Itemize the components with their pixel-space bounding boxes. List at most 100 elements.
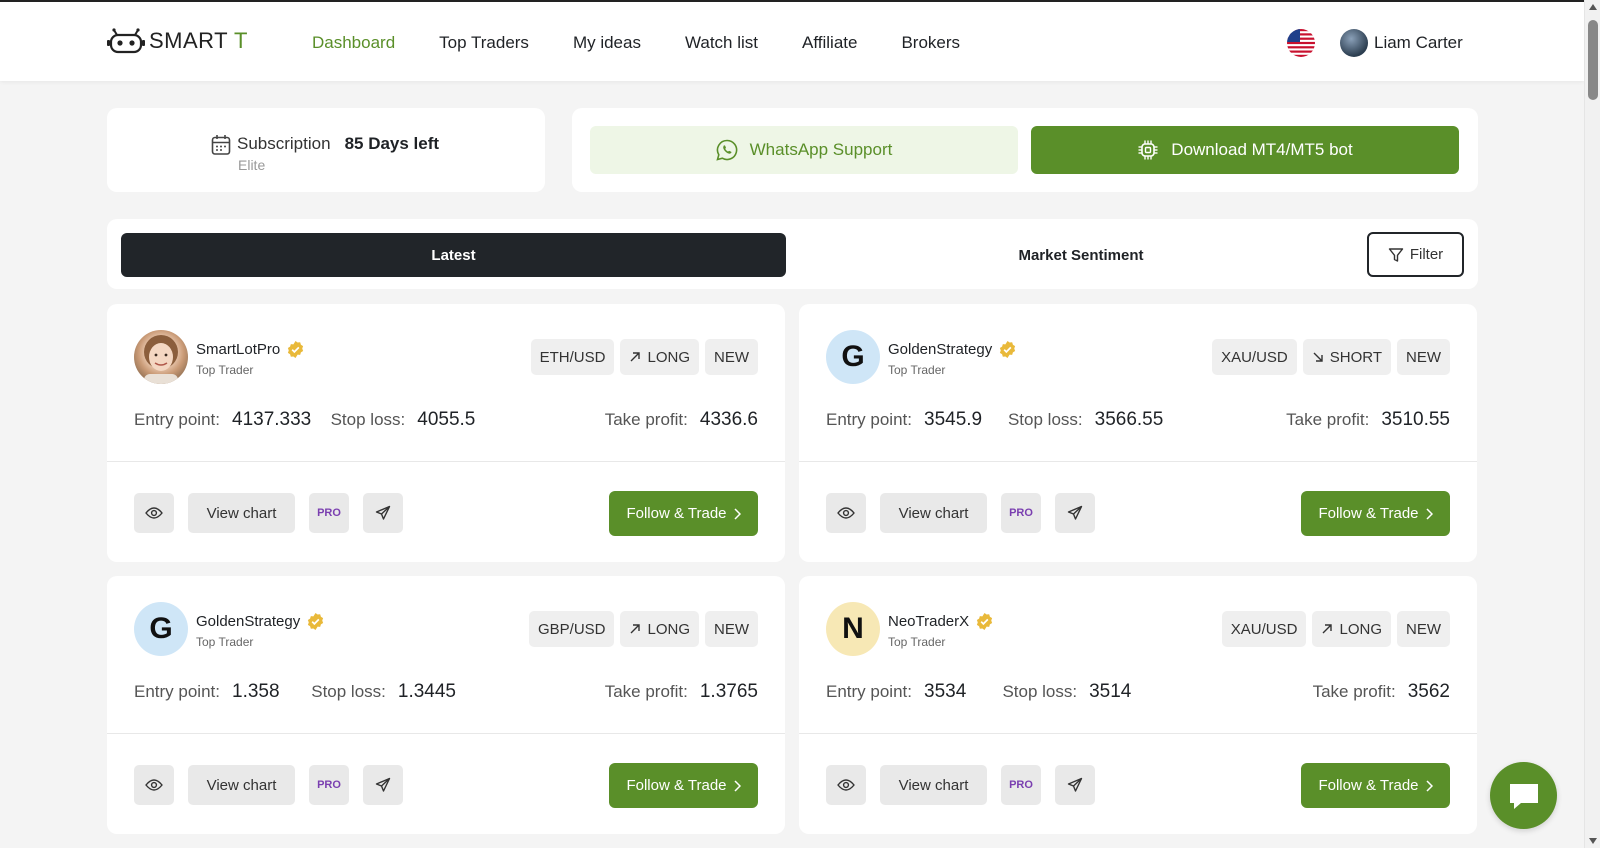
whatsapp-support-button[interactable]: WhatsApp Support [590,126,1018,174]
follow-trade-label: Follow & Trade [1318,505,1419,522]
page-scrollbar[interactable] [1584,0,1600,848]
follow-trade-button[interactable]: Follow & Trade [1301,491,1450,536]
nav-top-traders[interactable]: Top Traders [439,33,529,53]
chevron-right-icon [733,779,741,792]
scroll-thumb[interactable] [1588,20,1598,100]
eye-icon [145,779,163,791]
share-button[interactable] [1055,493,1095,533]
nav-affiliate[interactable]: Affiliate [802,33,857,53]
stop-loss-label: Stop loss: [330,410,406,429]
main-nav: Dashboard Top Traders My ideas Watch lis… [312,2,960,83]
stop-loss-value: 4055.5 [417,409,476,430]
follow-trade-label: Follow & Trade [1318,777,1419,794]
trader-avatar [134,330,188,384]
pair-tag: ETH/USD [530,339,615,375]
trade-levels: Entry point: 1.358 Stop loss: 1.3445 Take … [134,681,758,703]
filter-button[interactable]: Filter [1367,232,1464,277]
direction-label: LONG [647,348,690,366]
nav-watch-list[interactable]: Watch list [685,33,758,53]
brand-name: SMART T [149,28,248,54]
status-tag: NEW [705,339,758,375]
trader-name[interactable]: GoldenStrategy [196,612,325,631]
scroll-up-arrow-icon[interactable] [1589,4,1597,10]
top-navbar: SMART T Dashboard Top Traders My ideas W… [0,0,1584,81]
share-button[interactable] [363,765,403,805]
trader-role: Top Trader [196,363,254,377]
tab-market-sentiment[interactable]: Market Sentiment [801,233,1361,277]
trader-role: Top Trader [196,635,254,649]
arrow-down-right-icon [1313,352,1323,362]
scroll-down-arrow-icon[interactable] [1589,838,1597,844]
stop-loss-label: Stop loss: [311,682,386,701]
download-bot-button[interactable]: Download MT4/MT5 bot [1031,126,1459,174]
trader-name[interactable]: NeoTraderX [888,612,994,631]
verified-badge-icon [1000,340,1016,359]
trader-name-text: SmartLotPro [196,341,281,358]
view-chart-button[interactable]: View chart [188,493,295,533]
watch-button[interactable] [134,765,174,805]
subscription-panel: Subscription 85 Days left Elite [107,108,545,192]
brand-name-main: SMART [149,28,228,53]
trader-name-text: GoldenStrategy [196,613,301,630]
trade-levels: Entry point: 3545.9 Stop loss: 3566.55 Tak… [826,409,1450,431]
user-avatar [1340,29,1368,57]
chevron-right-icon [1425,779,1433,792]
pro-button[interactable]: PRO [309,493,349,533]
pair-tag: XAU/USD [1221,611,1307,647]
download-bot-label: Download MT4/MT5 bot [1171,140,1353,159]
entry-label: Entry point: [134,682,220,701]
direction-label: LONG [1339,620,1382,638]
stop-loss-label: Stop loss: [1002,682,1078,701]
nav-my-ideas[interactable]: My ideas [573,33,641,53]
user-name: Liam Carter [1374,33,1463,52]
watch-button[interactable] [134,493,174,533]
trader-name[interactable]: GoldenStrategy [888,340,1017,359]
support-panel: WhatsApp Support Download MT4/MT5 bot [572,108,1478,192]
pro-button[interactable]: PRO [309,765,349,805]
us-flag-icon[interactable] [1287,29,1315,57]
take-profit-label: Take profit: [604,410,688,429]
nav-brokers[interactable]: Brokers [901,33,960,53]
user-menu[interactable]: Liam Carter [1340,29,1463,57]
view-chart-button[interactable]: View chart [188,765,295,805]
follow-trade-button[interactable]: Follow & Trade [1301,763,1450,808]
trade-idea-card: G GoldenStrategy Top Trader GBP/USD LONG… [107,576,785,834]
card-divider [107,461,785,462]
direction-tag: LONG [1312,611,1391,647]
trader-name[interactable]: SmartLotPro [196,340,305,359]
chip-icon [1138,140,1158,160]
status-tag: NEW [705,611,758,647]
view-chart-button[interactable]: View chart [880,493,987,533]
tab-latest[interactable]: Latest [121,233,786,277]
robot-logo-icon [107,28,145,54]
pro-button[interactable]: PRO [1001,493,1041,533]
trade-levels: Entry point: 3534 Stop loss: 3514 Take pro… [826,681,1450,703]
watch-button[interactable] [826,493,866,533]
brand-logo[interactable]: SMART T [107,28,248,54]
trade-tags: XAU/USD LONG NEW [1221,611,1450,647]
share-button[interactable] [363,493,403,533]
chevron-right-icon [733,507,741,520]
feed-tabs-panel: Latest Market Sentiment Filter [107,219,1478,289]
watch-button[interactable] [826,765,866,805]
pair-tag: GBP/USD [528,611,615,647]
pair-tag: XAU/USD [1212,339,1297,375]
follow-trade-button[interactable]: Follow & Trade [609,491,758,536]
entry-value: 1.358 [232,681,280,702]
direction-label: SHORT [1329,348,1382,366]
live-chat-button[interactable] [1490,762,1557,829]
take-profit-label: Take profit: [1312,682,1396,701]
trader-avatar: G [826,330,880,384]
direction-tag: LONG [620,339,699,375]
entry-label: Entry point: [134,410,220,429]
send-icon [375,505,391,520]
subscription-tier: Elite [238,157,266,173]
view-chart-button[interactable]: View chart [880,765,987,805]
nav-dashboard[interactable]: Dashboard [312,33,395,53]
follow-trade-button[interactable]: Follow & Trade [609,763,758,808]
follow-trade-label: Follow & Trade [626,777,727,794]
pro-button[interactable]: PRO [1001,765,1041,805]
share-button[interactable] [1055,765,1095,805]
trader-avatar: N [826,602,880,656]
subscription-days-left: 85 Days left [344,134,440,153]
